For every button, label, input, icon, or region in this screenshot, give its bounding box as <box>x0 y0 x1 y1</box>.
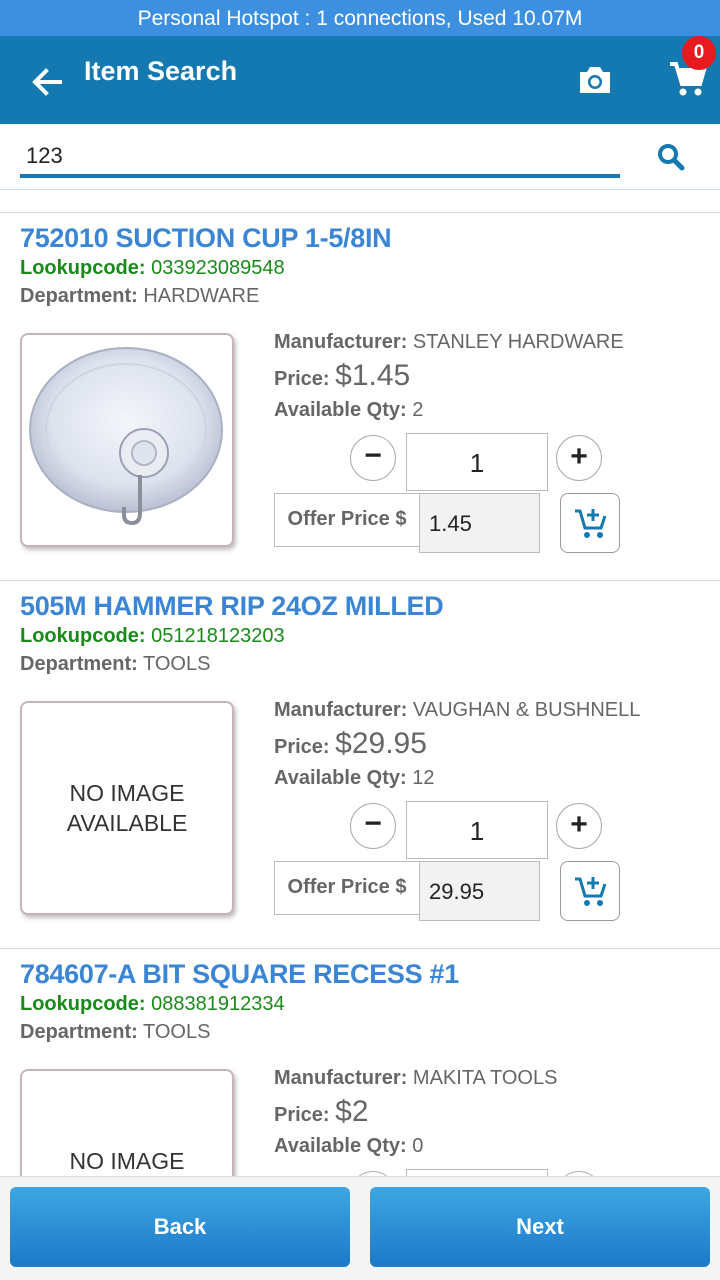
next-button[interactable]: Next <box>370 1187 710 1267</box>
department-label: Department: <box>20 1021 138 1043</box>
lookupcode-value: 088381912334 <box>151 993 285 1015</box>
price-label: Price: <box>274 736 330 758</box>
available-qty-value: 2 <box>412 399 424 421</box>
lookupcode-row: Lookupcode: 088381912334 <box>20 993 285 1016</box>
department-label: Department: <box>20 285 138 307</box>
department-value: HARDWARE <box>143 285 260 307</box>
decrease-qty-button[interactable]: − <box>350 803 396 849</box>
available-qty-row: Available Qty: 2 <box>274 399 423 422</box>
add-to-cart-icon <box>575 509 607 538</box>
search-input[interactable] <box>20 134 620 178</box>
result-item: 752010 SUCTION CUP 1-5/8IN Lookupcode: 03… <box>0 213 720 581</box>
price-row: Price: $29.95 <box>274 727 427 761</box>
page-title: Item Search <box>84 56 238 86</box>
available-qty-label: Available Qty: <box>274 1135 407 1157</box>
manufacturer-row: Manufacturer: MAKITA TOOLS <box>274 1067 557 1090</box>
department-row: Department: TOOLS <box>20 1021 210 1044</box>
manufacturer-value: VAUGHAN & BUSHNELL <box>412 699 641 721</box>
lookupcode-value: 033923089548 <box>151 257 285 279</box>
offer-price-label: Offer Price $ <box>274 493 420 547</box>
department-row: Department: TOOLS <box>20 653 210 676</box>
item-thumbnail[interactable]: NO IMAGE AVAILABLE <box>20 701 234 915</box>
item-thumbnail[interactable]: NO IMAGE AVAILABLE <box>20 1069 234 1176</box>
results-list[interactable]: 752010 SUCTION CUP 1-5/8IN Lookupcode: 03… <box>0 212 720 1176</box>
quantity-input[interactable]: 1 <box>406 801 548 859</box>
no-image-placeholder: NO IMAGE AVAILABLE <box>69 1148 185 1174</box>
price-row: Price: $2 <box>274 1095 369 1129</box>
offer-price-label: Offer Price $ <box>274 861 420 915</box>
result-item: 505M HAMMER RIP 24OZ MILLED Lookupcode: 0… <box>0 581 720 949</box>
lookupcode-label: Lookupcode: <box>20 625 146 647</box>
available-qty-row: Available Qty: 0 <box>274 1135 423 1158</box>
no-image-placeholder: NO IMAGE AVAILABLE <box>66 780 188 836</box>
department-label: Department: <box>20 653 138 675</box>
price-value: $2 <box>335 1095 369 1128</box>
manufacturer-row: Manufacturer: VAUGHAN & BUSHNELL <box>274 699 640 722</box>
department-value: TOOLS <box>143 1021 211 1043</box>
increase-qty-button[interactable]: + <box>556 803 602 849</box>
manufacturer-value: STANLEY HARDWARE <box>412 331 624 353</box>
cart-count-badge: 0 <box>682 36 716 70</box>
item-title-link[interactable]: 505M HAMMER RIP 24OZ MILLED <box>20 591 444 622</box>
item-thumbnail[interactable] <box>20 333 234 547</box>
hotspot-status-bar: Personal Hotspot : 1 connections, Used 1… <box>0 0 720 36</box>
available-qty-value: 12 <box>412 767 435 789</box>
price-label: Price: <box>274 368 330 390</box>
back-arrow-icon[interactable] <box>26 60 70 104</box>
item-title-link[interactable]: 752010 SUCTION CUP 1-5/8IN <box>20 223 392 254</box>
offer-price-input[interactable]: 1.45 <box>419 493 540 553</box>
available-qty-value: 0 <box>412 1135 424 1157</box>
back-button[interactable]: Back <box>10 1187 350 1267</box>
app-bar: Item Search 0 <box>0 36 720 124</box>
lookupcode-row: Lookupcode: 033923089548 <box>20 257 285 280</box>
quantity-input[interactable]: 1 <box>406 433 548 491</box>
result-item: 784607-A BIT SQUARE RECESS #1 Lookupcode:… <box>0 949 720 1176</box>
lookupcode-label: Lookupcode: <box>20 993 146 1015</box>
price-value: $29.95 <box>335 727 427 760</box>
manufacturer-label: Manufacturer: <box>274 1067 408 1089</box>
footer-bar: Back Next <box>0 1176 720 1280</box>
lookupcode-label: Lookupcode: <box>20 257 146 279</box>
increase-qty-button[interactable]: + <box>556 435 602 481</box>
offer-price-input[interactable]: 29.95 <box>419 861 540 921</box>
available-qty-row: Available Qty: 12 <box>274 767 434 790</box>
add-to-cart-button[interactable] <box>560 493 620 553</box>
decrease-qty-button[interactable]: − <box>350 435 396 481</box>
add-to-cart-button[interactable] <box>560 861 620 921</box>
manufacturer-value: MAKITA TOOLS <box>412 1067 558 1089</box>
lookupcode-row: Lookupcode: 051218123203 <box>20 625 285 648</box>
price-label: Price: <box>274 1104 330 1126</box>
manufacturer-row: Manufacturer: STANLEY HARDWARE <box>274 331 624 354</box>
price-row: Price: $1.45 <box>274 359 410 393</box>
price-value: $1.45 <box>335 359 411 392</box>
item-search-screen: Personal Hotspot : 1 connections, Used 1… <box>0 0 720 1280</box>
add-to-cart-icon <box>575 877 607 906</box>
department-value: TOOLS <box>143 653 211 675</box>
available-qty-label: Available Qty: <box>274 767 407 789</box>
item-title-link[interactable]: 784607-A BIT SQUARE RECESS #1 <box>20 959 459 990</box>
quantity-input[interactable] <box>406 1169 548 1176</box>
available-qty-label: Available Qty: <box>274 399 407 421</box>
lookupcode-value: 051218123203 <box>151 625 285 647</box>
manufacturer-label: Manufacturer: <box>274 331 408 353</box>
department-row: Department: HARDWARE <box>20 285 259 308</box>
manufacturer-label: Manufacturer: <box>274 699 408 721</box>
camera-icon[interactable] <box>574 60 616 100</box>
product-image <box>22 335 232 545</box>
search-bar <box>0 124 720 190</box>
search-icon[interactable] <box>654 140 688 174</box>
